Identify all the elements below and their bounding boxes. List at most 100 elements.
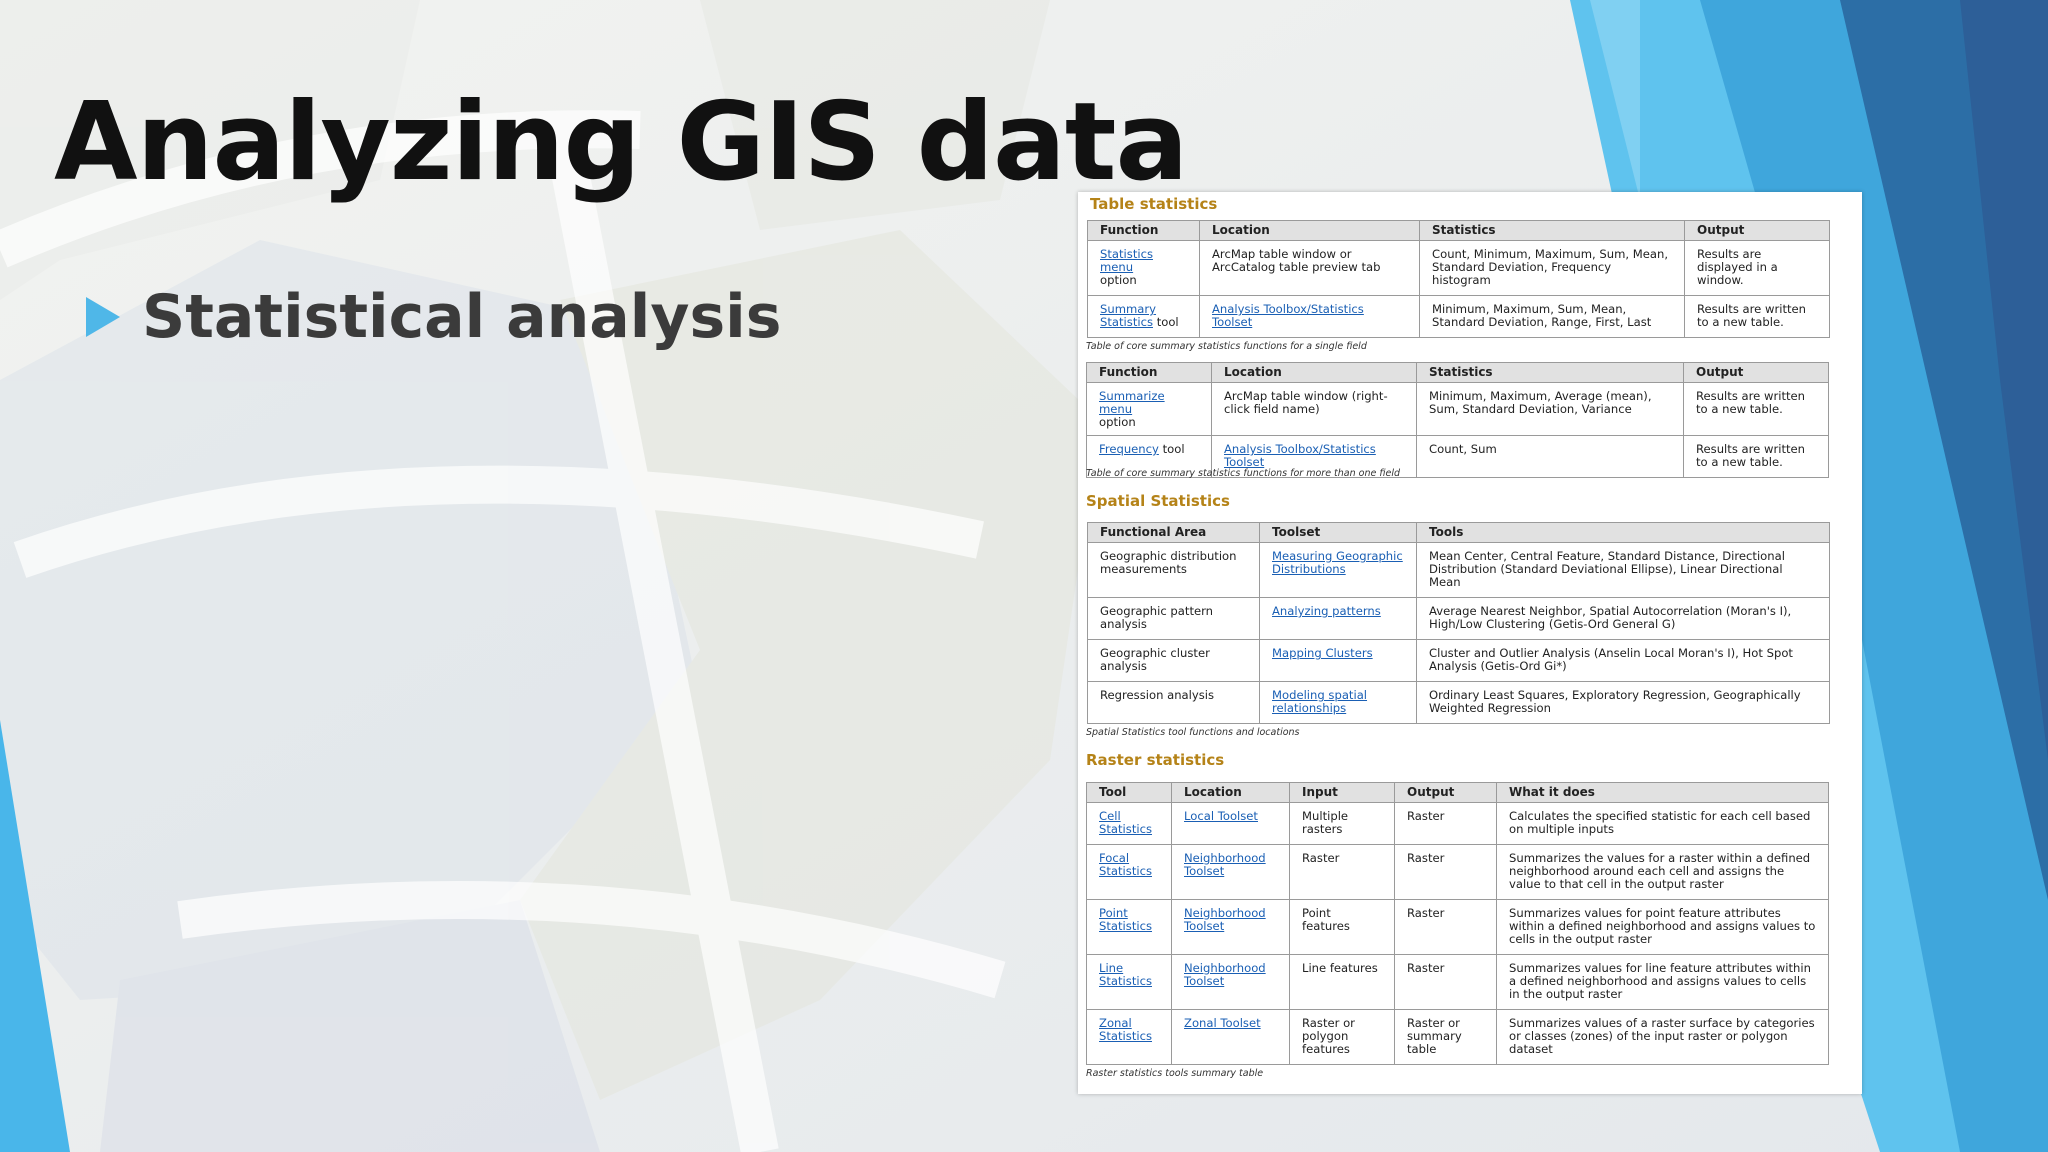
output-cell: Raster xyxy=(1394,844,1497,900)
tools-cell: Mean Center, Central Feature, Standard D… xyxy=(1416,542,1830,598)
table-row: Focal Statistics Neighborhood Toolset Ra… xyxy=(1086,844,1829,900)
input-cell: Raster or polygon features xyxy=(1289,1009,1395,1065)
table-caption: Spatial Statistics tool functions and lo… xyxy=(1086,727,1300,738)
statistics-cell: Count, Sum xyxy=(1416,435,1684,478)
tool-link[interactable]: Cell Statistics xyxy=(1099,809,1152,836)
tools-cell: Average Nearest Neighbor, Spatial Autoco… xyxy=(1416,597,1830,640)
location-link[interactable]: Analysis Toolbox/Statistics Toolset xyxy=(1212,302,1364,329)
toolset-link[interactable]: Analyzing patterns xyxy=(1272,604,1381,618)
function-link[interactable]: Statistics menu xyxy=(1100,247,1153,274)
table-single-field: Function Location Statistics Output Stat… xyxy=(1087,220,1830,338)
output-cell: Raster xyxy=(1394,802,1497,845)
description-cell: Calculates the specified statistic for e… xyxy=(1496,802,1829,845)
section-heading-table-statistics: Table statistics xyxy=(1090,195,1218,213)
column-header: Functional Area xyxy=(1087,522,1260,543)
column-header: What it does xyxy=(1496,782,1829,803)
column-header: Input xyxy=(1289,782,1395,803)
location-cell: ArcMap table window (right-click field n… xyxy=(1211,382,1417,436)
location-cell: ArcMap table window or ArcCatalog table … xyxy=(1199,240,1420,296)
description-cell: Summarizes values of a raster surface by… xyxy=(1496,1009,1829,1065)
tools-cell: Cluster and Outlier Analysis (Anselin Lo… xyxy=(1416,639,1830,682)
table-caption: Raster statistics tools summary table xyxy=(1086,1068,1264,1079)
table-row: Geographic cluster analysis Mapping Clus… xyxy=(1087,639,1830,682)
column-header: Tools xyxy=(1416,522,1830,543)
location-link[interactable]: Local Toolset xyxy=(1184,809,1258,823)
table-row: Geographic pattern analysis Analyzing pa… xyxy=(1087,597,1830,640)
statistics-cell: Count, Minimum, Maximum, Sum, Mean, Stan… xyxy=(1419,240,1685,296)
column-header: Output xyxy=(1394,782,1497,803)
area-cell: Geographic distribution measurements xyxy=(1087,542,1260,598)
table-row: Summarize menu option ArcMap table window… xyxy=(1086,382,1829,436)
table-row: Point Statistics Neighborhood Toolset Po… xyxy=(1086,899,1829,955)
location-link[interactable]: Analysis Toolbox/Statistics Toolset xyxy=(1224,442,1376,469)
function-suffix: tool xyxy=(1162,442,1185,456)
function-link[interactable]: Frequency xyxy=(1099,442,1159,456)
input-cell: Multiple rasters xyxy=(1289,802,1395,845)
column-header: Statistics xyxy=(1419,220,1685,241)
area-cell: Geographic pattern analysis xyxy=(1087,597,1260,640)
section-heading-spatial-statistics: Spatial Statistics xyxy=(1086,492,1230,510)
table-row: Line Statistics Neighborhood Toolset Lin… xyxy=(1086,954,1829,1010)
bullet-text: Statistical analysis xyxy=(142,282,782,352)
tool-link[interactable]: Focal Statistics xyxy=(1099,851,1152,878)
statistics-cell: Minimum, Maximum, Sum, Mean, Standard De… xyxy=(1419,295,1685,338)
statistics-cell: Minimum, Maximum, Average (mean), Sum, S… xyxy=(1416,382,1684,436)
output-cell: Results are displayed in a window. xyxy=(1684,240,1830,296)
table-spatial-statistics: Functional Area Toolset Tools Geographic… xyxy=(1087,522,1830,724)
output-cell: Raster or summary table xyxy=(1394,1009,1497,1065)
bullet-item: Statistical analysis xyxy=(86,282,781,352)
column-header: Tool xyxy=(1086,782,1172,803)
table-row: Statistics menu option ArcMap table windo… xyxy=(1087,240,1830,296)
table-row: Summary Statistics tool Analysis Toolbox… xyxy=(1087,295,1830,338)
table-caption: Table of core summary statistics functio… xyxy=(1086,468,1401,479)
tool-link[interactable]: Line Statistics xyxy=(1099,961,1152,988)
embedded-document-image: Table statistics Function Location Stati… xyxy=(1078,192,1862,1094)
description-cell: Summarizes values for line feature attri… xyxy=(1496,954,1829,1010)
tool-link[interactable]: Zonal Statistics xyxy=(1099,1016,1152,1043)
input-cell: Line features xyxy=(1289,954,1395,1010)
column-header: Output xyxy=(1683,362,1829,383)
output-cell: Results are written to a new table. xyxy=(1684,295,1830,338)
bullet-triangle-icon xyxy=(86,297,120,337)
column-header: Function xyxy=(1086,362,1212,383)
description-cell: Summarizes the values for a raster withi… xyxy=(1496,844,1829,900)
input-cell: Raster xyxy=(1289,844,1395,900)
column-header: Location xyxy=(1211,362,1417,383)
table-raster-statistics: Tool Location Input Output What it does … xyxy=(1086,782,1829,1065)
input-cell: Point features xyxy=(1289,899,1395,955)
tool-link[interactable]: Point Statistics xyxy=(1099,906,1152,933)
toolset-link[interactable]: Measuring Geographic Distributions xyxy=(1272,549,1403,576)
table-caption: Table of core summary statistics functio… xyxy=(1086,341,1367,352)
toolset-link[interactable]: Mapping Clusters xyxy=(1272,646,1373,660)
function-link[interactable]: Summary Statistics xyxy=(1100,302,1156,329)
toolset-link[interactable]: Modeling spatial relationships xyxy=(1272,688,1367,715)
function-suffix: tool xyxy=(1156,315,1179,329)
column-header: Function xyxy=(1087,220,1200,241)
area-cell: Regression analysis xyxy=(1087,681,1260,724)
section-heading-raster-statistics: Raster statistics xyxy=(1086,751,1225,769)
description-cell: Summarizes values for point feature attr… xyxy=(1496,899,1829,955)
location-link[interactable]: Zonal Toolset xyxy=(1184,1016,1261,1030)
table-row: Cell Statistics Local Toolset Multiple r… xyxy=(1086,802,1829,845)
function-suffix: option xyxy=(1099,415,1136,429)
location-link[interactable]: Neighborhood Toolset xyxy=(1184,961,1266,988)
location-link[interactable]: Neighborhood Toolset xyxy=(1184,851,1266,878)
output-cell: Raster xyxy=(1394,899,1497,955)
location-link[interactable]: Neighborhood Toolset xyxy=(1184,906,1266,933)
table-row: Geographic distribution measurements Mea… xyxy=(1087,542,1830,598)
table-multi-field: Function Location Statistics Output Summ… xyxy=(1086,362,1829,478)
tools-cell: Ordinary Least Squares, Exploratory Regr… xyxy=(1416,681,1830,724)
column-header: Toolset xyxy=(1259,522,1417,543)
slide-title: Analyzing GIS data xyxy=(54,80,1188,205)
column-header: Location xyxy=(1199,220,1420,241)
output-cell: Raster xyxy=(1394,954,1497,1010)
area-cell: Geographic cluster analysis xyxy=(1087,639,1260,682)
function-link[interactable]: Summarize menu xyxy=(1099,389,1165,416)
output-cell: Results are written to a new table. xyxy=(1683,382,1829,436)
function-suffix: option xyxy=(1100,273,1137,287)
table-row: Regression analysis Modeling spatial rel… xyxy=(1087,681,1830,724)
column-header: Statistics xyxy=(1416,362,1684,383)
output-cell: Results are written to a new table. xyxy=(1683,435,1829,478)
column-header: Output xyxy=(1684,220,1830,241)
column-header: Location xyxy=(1171,782,1290,803)
